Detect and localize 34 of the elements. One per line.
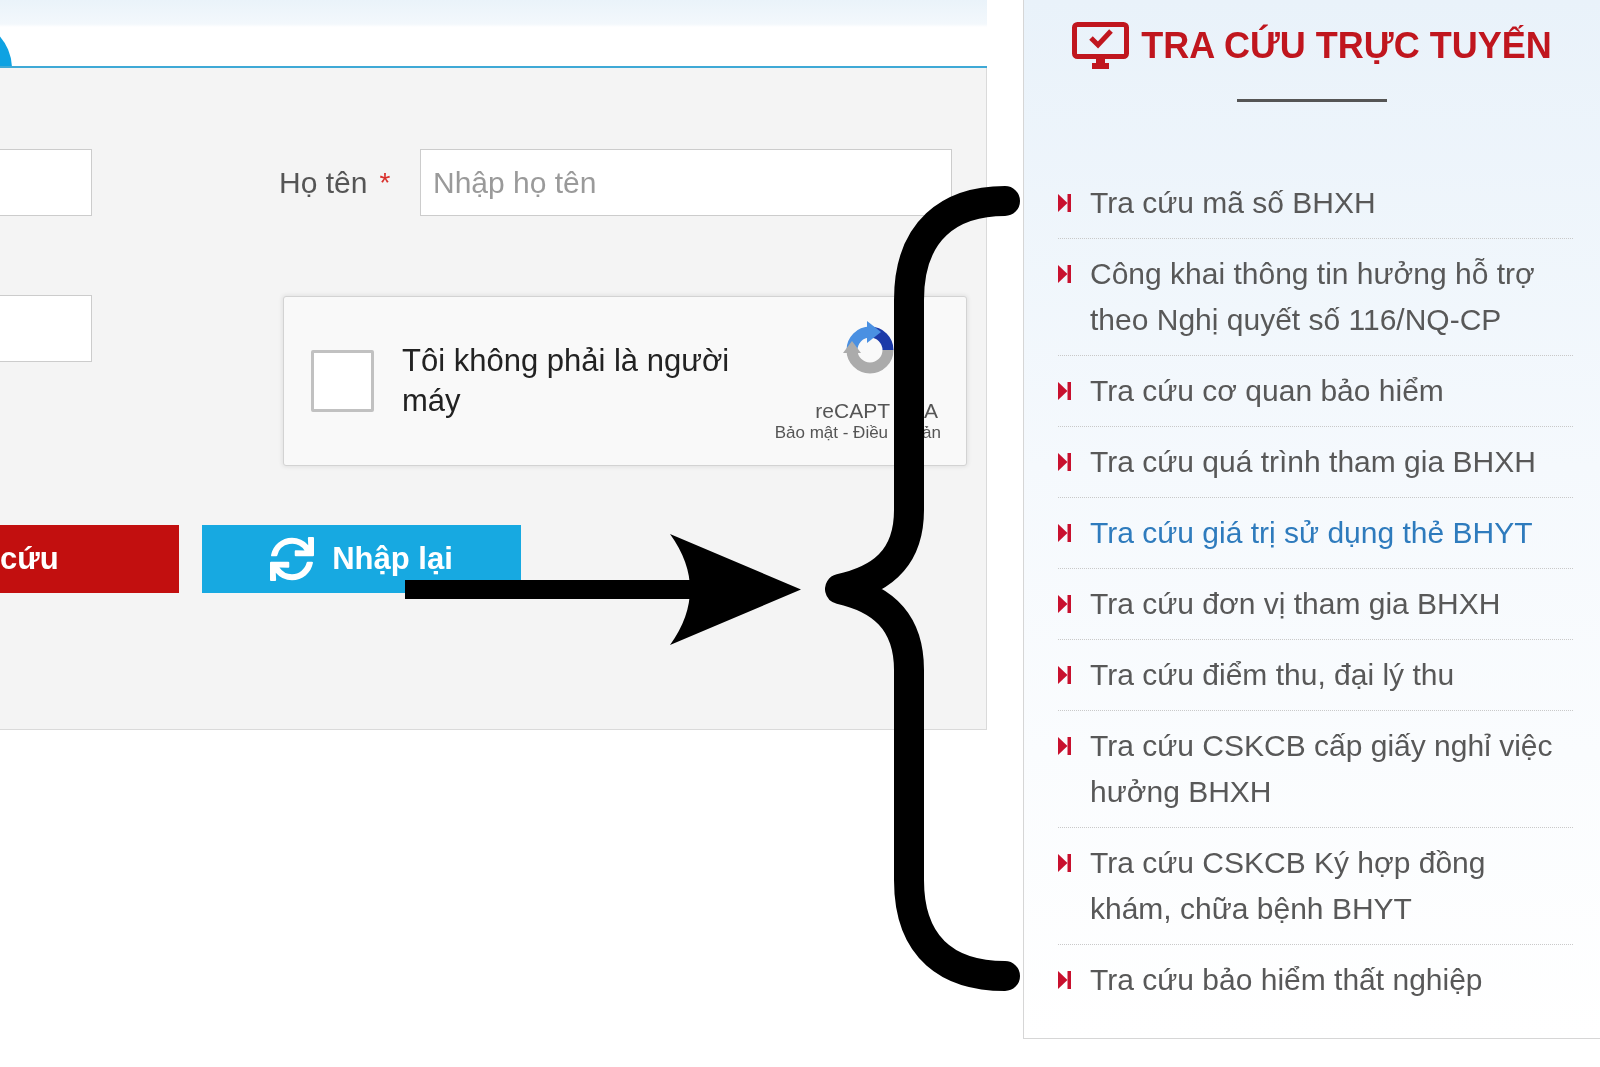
field-label: Họ tên: [279, 164, 368, 201]
skip-forward-icon: [1058, 194, 1071, 212]
skip-forward-icon: [1058, 265, 1071, 283]
skip-forward-icon: [1058, 737, 1071, 755]
sidebar-link[interactable]: Tra cứu giá trị sử dụng thẻ BHYT: [1090, 510, 1533, 556]
sidebar-link[interactable]: Tra cứu CSKCB Ký hợp đồng khám, chữa bệnh BHYT: [1090, 840, 1558, 932]
skip-forward-icon: [1058, 854, 1071, 872]
name-input[interactable]: Nhập họ tên: [420, 149, 952, 216]
captcha-brand-text: A: [924, 399, 938, 423]
submit-button[interactable]: cứu: [0, 525, 179, 593]
sidebar-link[interactable]: Tra cứu mã số BHXH: [1090, 180, 1376, 226]
skip-forward-icon: [1058, 971, 1071, 989]
input-field[interactable]: [0, 149, 92, 216]
captcha-brand-text: reCAPT: [815, 399, 890, 423]
sidebar-link[interactable]: Tra cứu bảo hiểm thất nghiệp: [1090, 957, 1483, 1003]
skip-forward-icon: [1058, 666, 1071, 684]
skip-forward-icon: [1058, 595, 1071, 613]
sidebar-link[interactable]: Tra cứu đơn vị tham gia BHXH: [1090, 581, 1501, 627]
sidebar-link[interactable]: Tra cứu cơ quan bảo hiểm: [1090, 368, 1444, 414]
required-mark: *: [379, 166, 391, 199]
sidebar-link[interactable]: Tra cứu điểm thu, đại lý thu: [1090, 652, 1455, 698]
captcha-terms-text: Bảo mật - Điều: [774, 423, 889, 443]
refresh-icon: [270, 537, 315, 581]
skip-forward-icon: [1058, 453, 1071, 471]
monitor-check-icon: [1072, 22, 1130, 69]
input-field[interactable]: [0, 295, 92, 362]
skip-forward-icon: [1058, 524, 1071, 542]
sidebar-link[interactable]: Tra cứu quá trình tham gia BHXH: [1090, 439, 1536, 485]
sidebar-link[interactable]: Công khai thông tin hưởng hỗ trợ theo Nghị quyết số 116/NQ-CP: [1090, 251, 1558, 343]
skip-forward-icon: [1058, 382, 1071, 400]
checkbox[interactable]: [311, 350, 374, 412]
panel-title: TRA CỨU TRỰC TUYẾN: [1141, 23, 1552, 68]
captcha-label: Tôi không phải là người máy: [402, 342, 731, 420]
sidebar-link[interactable]: Tra cứu CSKCB cấp giấy nghỉ việc hưởng BHXH: [1090, 723, 1558, 815]
